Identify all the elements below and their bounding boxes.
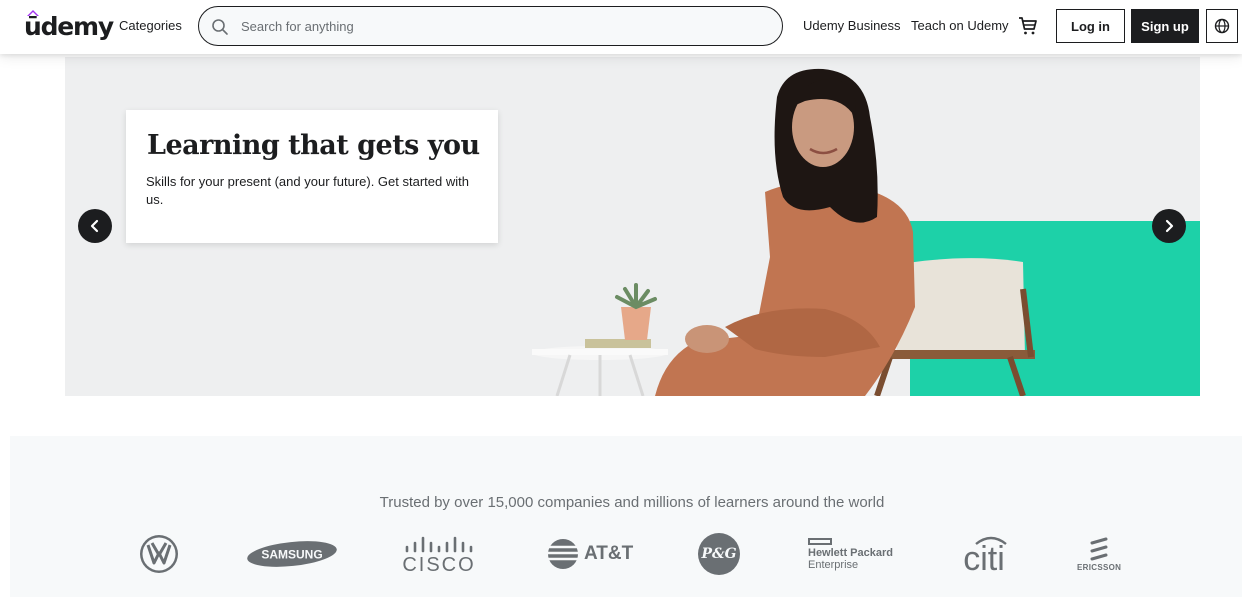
carousel-next-button[interactable]	[1152, 209, 1186, 243]
shopping-cart-icon[interactable]	[1018, 16, 1038, 36]
citi-logo: citi	[956, 532, 1012, 576]
trusted-by-text: Trusted by over 15,000 companies and mil…	[379, 494, 885, 511]
categories-link[interactable]: Categories	[119, 18, 182, 33]
pg-logo: P&G	[698, 532, 740, 576]
search-icon[interactable]	[211, 18, 229, 36]
udemy-business-link[interactable]: Udemy Business	[803, 18, 901, 33]
att-globe-icon	[548, 539, 578, 569]
hero-title: Learning that gets you	[147, 130, 480, 161]
hpe-text-line1: Hewlett Packard	[808, 546, 893, 559]
samsung-text: SAMSUNG	[261, 548, 322, 562]
ericsson-icon	[1090, 537, 1108, 560]
login-button[interactable]: Log in	[1056, 9, 1125, 43]
search-bar[interactable]	[198, 6, 783, 46]
cisco-logo: CISCO	[403, 532, 479, 576]
carousel-previous-button[interactable]	[78, 209, 112, 243]
chevron-left-icon	[90, 219, 99, 233]
chevron-right-icon	[1165, 219, 1174, 233]
language-button[interactable]	[1206, 9, 1238, 43]
volkswagen-logo: VW	[138, 532, 180, 576]
search-input[interactable]	[241, 15, 761, 37]
volkswagen-icon	[140, 535, 178, 573]
ericsson-logo: ERICSSON	[1077, 532, 1121, 576]
cisco-text: CISCO	[403, 554, 476, 574]
hpe-rectangle-icon	[808, 537, 832, 545]
signup-button[interactable]: Sign up	[1131, 9, 1199, 43]
samsung-oval: SAMSUNG	[247, 541, 337, 567]
citi-icon: citi	[963, 536, 1007, 574]
citi-text: citi	[963, 540, 1005, 574]
cisco-icon: CISCO	[403, 536, 476, 574]
globe-icon	[1214, 18, 1230, 34]
logo-hat-icon	[27, 10, 39, 16]
pg-circle: P&G	[698, 533, 740, 575]
udemy-logo[interactable]: ūdemy	[24, 8, 114, 42]
top-navigation-bar: ūdemy Categories Udemy Business Teach on…	[0, 0, 1242, 54]
hero-subtitle: Skills for your present (and your future…	[146, 174, 469, 207]
hpe-logo: Hewlett Packard Enterprise	[808, 532, 893, 576]
samsung-logo: SAMSUNG	[246, 532, 338, 576]
teach-on-udemy-link[interactable]: Teach on Udemy	[911, 18, 1009, 33]
att-logo: AT&T	[546, 532, 633, 576]
att-text: AT&T	[584, 543, 634, 564]
pg-text: P&G	[701, 546, 737, 562]
hpe-text-line2: Enterprise	[808, 558, 859, 571]
hero-message-card: Learning that gets you Skills for your p…	[126, 110, 498, 243]
ericsson-text: ERICSSON	[1077, 562, 1122, 572]
